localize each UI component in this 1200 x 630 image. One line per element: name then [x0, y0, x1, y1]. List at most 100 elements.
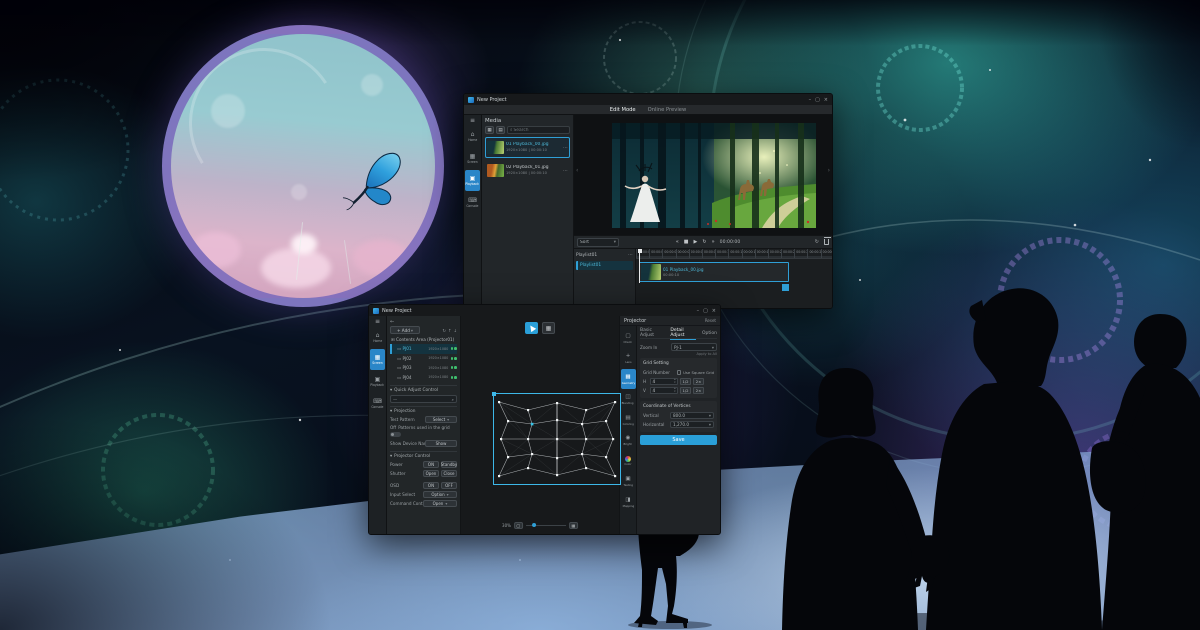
fit-icon: ▢ [517, 523, 521, 528]
cursor-tool-button[interactable] [525, 322, 538, 334]
loop-icon[interactable]: ↻ [702, 239, 706, 245]
sidebar-item-console[interactable]: ⌨ Console [370, 393, 385, 414]
stop-icon[interactable]: ■ [684, 239, 689, 245]
projector-control-section-header[interactable]: ▾ Projector Control [390, 451, 457, 460]
pattern-toggle[interactable] [390, 432, 401, 437]
section-title: Quick Adjust Control [394, 388, 438, 393]
media-item[interactable]: 01 Playback_00.jpg 1920×1080 | 00:00:10 … [485, 137, 570, 158]
power-standby-button[interactable]: Standby [441, 461, 457, 468]
sidebar-item-screen[interactable]: ▦ Screen [465, 148, 480, 169]
osd-on-button[interactable]: ON [423, 482, 439, 489]
screen-icon: ▦ [375, 354, 381, 361]
sidebar-label: Screen [467, 160, 477, 164]
play-icon[interactable]: ▶ [694, 239, 698, 245]
shutter-close-button[interactable]: Close [441, 470, 457, 477]
move-down-icon[interactable]: ↓ [453, 328, 457, 333]
projector-item-pj02[interactable]: ▭ PJ02 1920×1080 [390, 354, 457, 364]
move-up-icon[interactable]: ↑ [448, 328, 452, 333]
quick-adjust-section-header[interactable]: ▾ Quick Adjust Control [390, 385, 457, 394]
preview-viewport[interactable]: ‹ › [574, 115, 832, 236]
sidebar-label: Screen [372, 361, 382, 365]
input-select-label: Input Select [390, 492, 423, 497]
add-button[interactable]: + Add ▾ [390, 326, 420, 334]
projector-name: PJ02 [402, 356, 418, 361]
sort-value: Sort [580, 240, 614, 245]
close-icon[interactable]: × [824, 97, 828, 103]
playhead[interactable] [639, 249, 640, 283]
media-item[interactable]: 02 Playback_01.jpg 1920×1080 | 00:00:10 … [485, 160, 570, 181]
collapse-left-icon[interactable]: ‹ [576, 167, 578, 174]
trash-icon[interactable] [824, 239, 829, 245]
ruler-tick: 00:00:22 [781, 249, 794, 258]
chevron-down-icon: ▾ [445, 501, 447, 506]
playlist-header: Playlist01 [576, 253, 597, 258]
grid-view-button[interactable]: ▦ [485, 126, 494, 134]
canvas-zoom-bar: 30% ▢ ▦ [502, 522, 578, 529]
power-on-button[interactable]: ON [423, 461, 439, 468]
zoom-slider[interactable] [526, 525, 566, 526]
media-search[interactable]: ⌕ [507, 126, 570, 134]
test-pattern-select[interactable]: Select ▾ [425, 416, 457, 423]
sort-select[interactable]: Sort ▾ [577, 238, 619, 247]
zoom-slider-thumb[interactable] [532, 523, 536, 527]
window2-title: New Project [382, 308, 412, 314]
refresh-icon[interactable]: ↻ [815, 239, 819, 245]
menu-icon[interactable]: ≡ [470, 117, 475, 125]
projector-item-pj01[interactable]: ▭ PJ01 1920×1080 [390, 344, 457, 354]
collapse-right-icon[interactable]: › [828, 167, 830, 174]
list-view-button[interactable]: ▤ [496, 126, 505, 134]
projector-item-pj04[interactable]: ▭ PJ04 1920×1080 [390, 373, 457, 383]
shutter-label: Shutter [390, 471, 423, 476]
osd-label: OSD [390, 483, 423, 488]
warp-canvas[interactable]: ▦ [461, 316, 619, 535]
show-device-button[interactable]: Show [425, 440, 457, 447]
timeline-ruler[interactable]: 00:00:00 00:00:0200:00:0400:00:0600:00:0… [636, 249, 832, 259]
projector-resolution: 1920×1080 [428, 356, 448, 360]
tree-root-item[interactable]: ⊞ Contents Area (Projector01) [390, 335, 457, 344]
skip-end-icon[interactable]: » [712, 239, 715, 245]
zoom-in-icon: ▦ [572, 523, 576, 528]
maximize-icon[interactable]: ▢ [815, 97, 820, 103]
sidebar-item-screen[interactable]: ▦ Screen [370, 349, 385, 370]
search-input[interactable] [513, 128, 567, 133]
command-control-label: Command Control [390, 501, 423, 506]
sidebar-item-playback[interactable]: ▣ Playback [370, 371, 385, 392]
playlist-item[interactable]: Playlist01 [576, 261, 633, 270]
collapse-icon: ▾ [390, 409, 392, 414]
timeline-clip[interactable]: 01 Playback_00.jpg 00:00:10 [639, 262, 789, 282]
grid-tool-button[interactable]: ▦ [542, 322, 555, 334]
timecode: 00:00:00 [720, 240, 741, 245]
projection-section-header[interactable]: ▾ Projection [390, 406, 457, 415]
shutter-open-button[interactable]: Open [423, 470, 439, 477]
app-logo-icon [373, 308, 379, 314]
sidebar-item-home[interactable]: ⌂ Home [465, 126, 480, 147]
projector-item-pj03[interactable]: ▭ PJ03 1920×1080 [390, 363, 457, 373]
tab-edit-mode[interactable]: Edit Mode [610, 107, 636, 113]
window1-titlebar[interactable]: New Project – ▢ × [464, 94, 832, 105]
command-control-dropdown[interactable]: Open ▾ [423, 500, 457, 507]
home-icon: ⌂ [471, 131, 475, 138]
quick-adjust-select[interactable]: — ⌕ [390, 395, 457, 403]
status-dots [451, 366, 457, 369]
fit-view-button[interactable]: ▢ [514, 522, 523, 529]
more-icon[interactable]: ⋯ [563, 145, 568, 151]
more-icon[interactable]: ⋯ [563, 168, 568, 174]
tree-root-label: Contents Area (Projector01) [396, 337, 457, 342]
back-icon[interactable]: ← [390, 319, 394, 325]
tab-online-preview[interactable]: Online Preview [648, 107, 687, 113]
refresh-icon[interactable]: ↻ [442, 328, 446, 333]
zoom-value: 30% [502, 523, 511, 528]
skip-start-icon[interactable]: « [676, 239, 679, 245]
sidebar-item-home[interactable]: ⌂ Home [370, 327, 385, 348]
media-thumbnail [487, 141, 504, 154]
menu-icon[interactable]: ≡ [375, 318, 380, 326]
minimize-icon[interactable]: – [809, 97, 812, 103]
more-icon[interactable]: ⋯ [628, 252, 633, 258]
sidebar-item-console[interactable]: ⌨ Console [465, 192, 480, 213]
sidebar-item-playback[interactable]: ▣ Playback [465, 170, 480, 191]
zoom-in-button[interactable]: ▦ [569, 522, 578, 529]
flower-blur [291, 234, 317, 254]
ruler-tick: 00:00:04 [662, 249, 675, 258]
osd-off-button[interactable]: OFF [441, 482, 457, 489]
input-select-dropdown[interactable]: Option ▾ [423, 491, 457, 498]
